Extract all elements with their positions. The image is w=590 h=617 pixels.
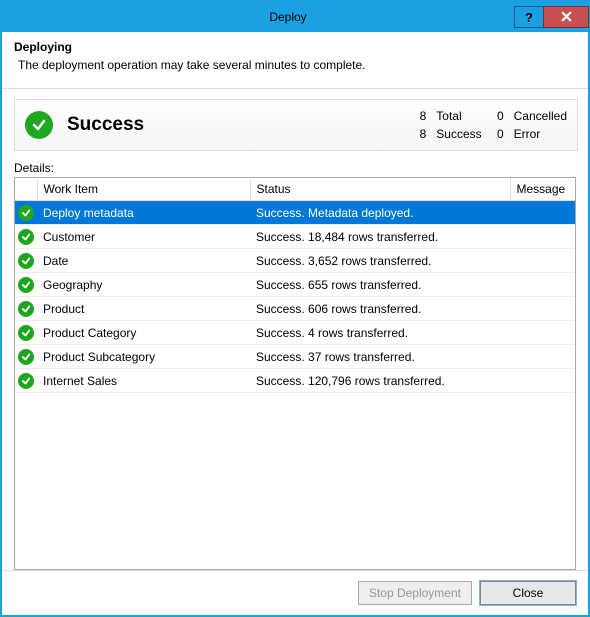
row-message [510,369,575,393]
stat-success-count: 8 [414,127,426,141]
row-work-item: Customer [37,225,250,249]
row-status: Success. 606 rows transferred. [250,297,510,321]
table-row[interactable]: CustomerSuccess. 18,484 rows transferred… [15,225,575,249]
row-status: Success. 18,484 rows transferred. [250,225,510,249]
check-icon [18,301,34,317]
row-message [510,273,575,297]
row-status-icon [15,273,37,297]
table-row[interactable]: Product SubcategorySuccess. 37 rows tran… [15,345,575,369]
row-work-item: Product Subcategory [37,345,250,369]
help-icon: ? [525,10,533,25]
check-icon [18,229,34,245]
table-row[interactable]: GeographySuccess. 655 rows transferred. [15,273,575,297]
stat-cancelled-label: Cancelled [514,109,567,123]
row-status: Success. 4 rows transferred. [250,321,510,345]
table-row[interactable]: ProductSuccess. 606 rows transferred. [15,297,575,321]
close-window-button[interactable] [543,6,589,28]
help-button[interactable]: ? [514,6,544,28]
row-status-icon [15,345,37,369]
stat-cancelled-count: 0 [492,109,504,123]
row-status-icon [15,297,37,321]
row-status: Success. 120,796 rows transferred. [250,369,510,393]
col-message[interactable]: Message [510,178,575,201]
row-work-item: Internet Sales [37,369,250,393]
check-icon [18,325,34,341]
details-label: Details: [2,151,588,177]
row-message [510,225,575,249]
col-status[interactable]: Status [250,178,510,201]
row-message [510,297,575,321]
row-status-icon [15,369,37,393]
row-status: Success. Metadata deployed. [250,201,510,225]
row-status: Success. 37 rows transferred. [250,345,510,369]
footer: Stop Deployment Close [2,570,588,615]
summary-status: Success [67,114,414,136]
row-work-item: Deploy metadata [37,201,250,225]
summary-box: Success 8 Total 0 Cancelled 8 Success 0 … [14,99,578,151]
row-work-item: Product [37,297,250,321]
header-row: Work Item Status Message [15,178,575,201]
summary-stats: 8 Total 0 Cancelled 8 Success 0 Error [414,109,567,141]
row-status: Success. 3,652 rows transferred. [250,249,510,273]
row-status-icon [15,201,37,225]
window-title: Deploy [62,10,514,24]
check-icon [18,349,34,365]
details-grid[interactable]: Work Item Status Message Deploy metadata… [14,177,576,570]
close-button[interactable]: Close [480,581,576,605]
col-icon[interactable] [15,178,37,201]
deploy-dialog: Deploy ? Deploying The deployment operat… [0,0,590,617]
stat-error-count: 0 [492,127,504,141]
check-icon [18,373,34,389]
row-status-icon [15,321,37,345]
stat-success-label: Success [436,127,481,141]
row-message [510,321,575,345]
table-row[interactable]: Product CategorySuccess. 4 rows transfer… [15,321,575,345]
header-subtitle: The deployment operation may take severa… [14,58,576,72]
titlebar: Deploy ? [2,2,588,32]
row-status: Success. 655 rows transferred. [250,273,510,297]
row-work-item: Product Category [37,321,250,345]
check-icon [18,253,34,269]
row-work-item: Date [37,249,250,273]
check-icon [18,205,34,221]
header-title: Deploying [14,40,576,54]
table-row[interactable]: DateSuccess. 3,652 rows transferred. [15,249,575,273]
stat-error-label: Error [514,127,567,141]
stat-total-label: Total [436,109,481,123]
row-message [510,249,575,273]
row-message [510,201,575,225]
stop-deployment-button: Stop Deployment [358,581,472,605]
table-row[interactable]: Deploy metadataSuccess. Metadata deploye… [15,201,575,225]
success-icon [25,111,53,139]
row-status-icon [15,225,37,249]
row-message [510,345,575,369]
col-work-item[interactable]: Work Item [37,178,250,201]
table-row[interactable]: Internet SalesSuccess. 120,796 rows tran… [15,369,575,393]
check-icon [18,277,34,293]
row-work-item: Geography [37,273,250,297]
close-icon [561,10,572,25]
row-status-icon [15,249,37,273]
stat-total-count: 8 [414,109,426,123]
header-area: Deploying The deployment operation may t… [2,32,588,89]
